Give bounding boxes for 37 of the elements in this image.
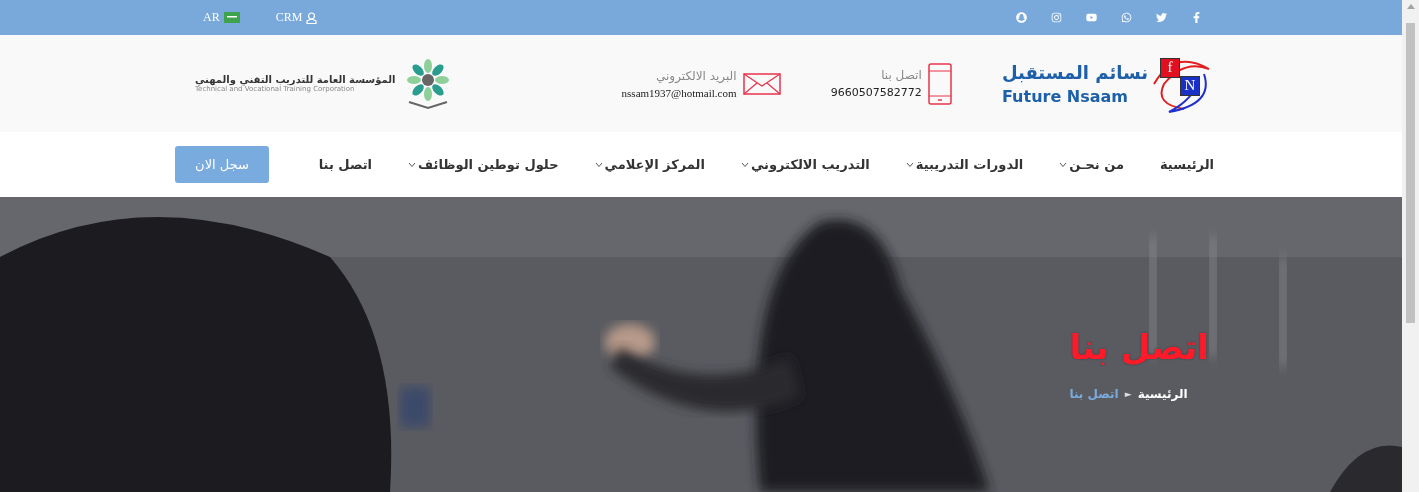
breadcrumb-link[interactable]: الرئيسية [1137, 387, 1188, 401]
partner-name: المؤسسة العامة للتدريب التقني والمهني [195, 74, 396, 85]
facebook-icon[interactable] [1191, 12, 1202, 23]
play-icon[interactable] [1086, 12, 1097, 23]
scrollbar-thumb[interactable] [1406, 23, 1415, 323]
flag-icon [223, 12, 240, 23]
ghost-icon[interactable] [1016, 12, 1027, 23]
email-label: البريد الالكتروني [656, 68, 737, 83]
caret-icon [905, 161, 914, 168]
email-address: nssam1937@hotmail.com [621, 86, 737, 99]
phone-number: 9660507582772 [830, 86, 922, 99]
nav-link[interactable]: الرئيسية [1159, 157, 1214, 172]
logo-letter: f [1160, 57, 1180, 78]
logo-text: Future Nsaam [1002, 86, 1129, 106]
logo-letter: N [1180, 75, 1200, 96]
nav-link[interactable]: المركز الإعلامي [594, 157, 705, 172]
camera-icon[interactable] [1051, 12, 1062, 23]
nav-link[interactable]: من نحـن [1059, 157, 1124, 172]
phone-label: اتصل بنا [881, 68, 922, 82]
nav-link[interactable]: حلول توطين الوظائف [408, 157, 559, 172]
caret-icon [740, 161, 749, 168]
nav-link[interactable]: اتصل بنا [318, 157, 373, 172]
user-icon [306, 11, 318, 24]
page-title: اتصل بنا [1069, 327, 1209, 367]
chat-bubble-icon[interactable] [1121, 12, 1132, 23]
caret-icon [1059, 161, 1068, 168]
nav-link[interactable]: الدورات التدريبية [905, 157, 1024, 172]
bird-icon[interactable] [1156, 12, 1167, 23]
caret-icon [594, 161, 603, 168]
nav-link[interactable]: التدريب الالكتروني [740, 157, 870, 172]
logo-text: نسائم المستقبل [1002, 61, 1148, 83]
phone-icon [927, 62, 952, 105]
star-emblem-icon [405, 57, 452, 110]
caret-icon [408, 161, 417, 168]
envelope-icon [742, 72, 781, 95]
separator-arrow: ► [1124, 389, 1132, 399]
scroll-up-icon[interactable] [1406, 4, 1415, 9]
